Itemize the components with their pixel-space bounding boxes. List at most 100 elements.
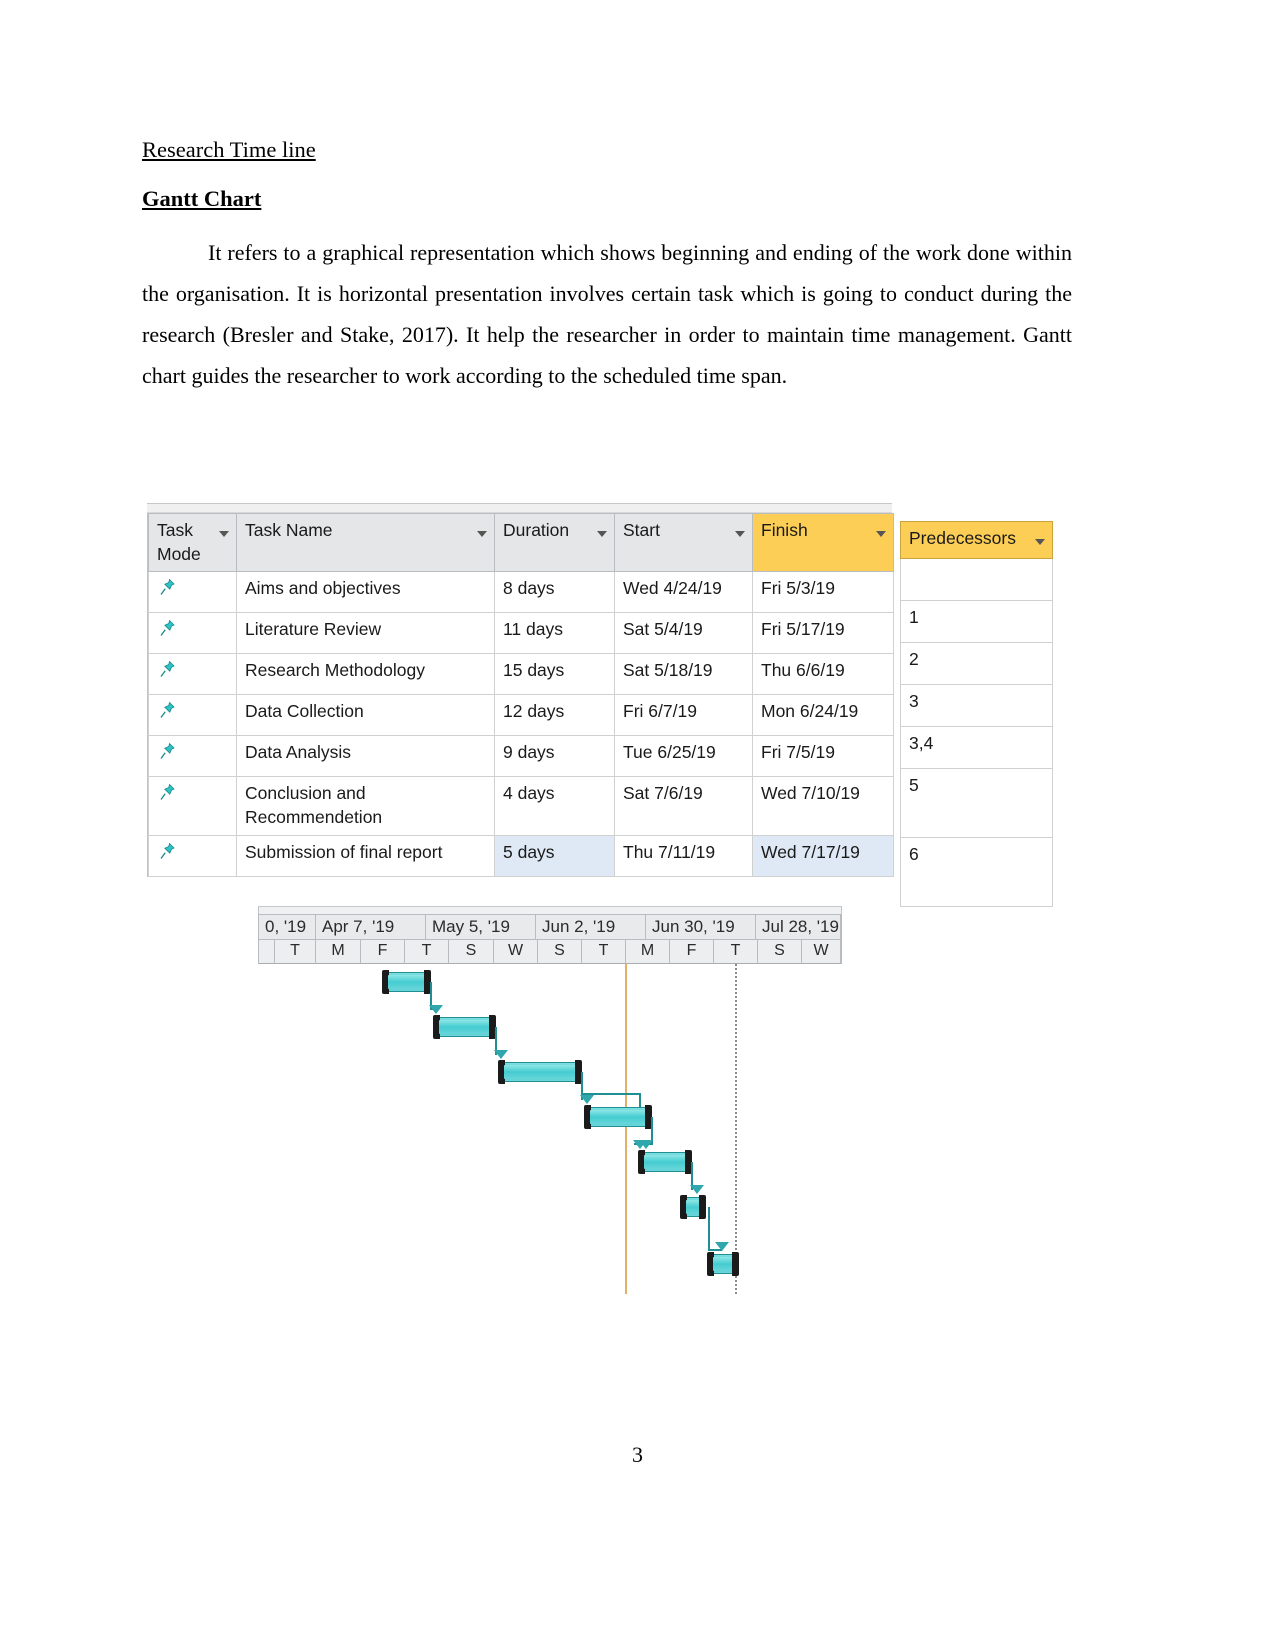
table-row[interactable]: 2 [900,642,1053,685]
cell-task-name[interactable]: Aims and objectives [236,571,495,614]
link-arrow-icon [690,1185,704,1194]
pin-icon [157,659,177,679]
column-header-duration[interactable]: Duration [494,512,615,573]
task-grid: Task Mode Task Name Duration Start Finis… [147,512,894,877]
cell-task-mode[interactable] [148,735,237,778]
cell-predecessors[interactable]: 1 [900,600,1053,643]
pin-icon [157,741,177,761]
cell-duration[interactable]: 5 days [494,834,615,877]
cell-start[interactable]: Sat 5/18/19 [614,653,753,696]
table-row[interactable]: 3 [900,684,1053,727]
cell-task-name[interactable]: Literature Review [236,612,495,655]
gantt-bar-task-3[interactable] [498,1060,582,1084]
cell-start[interactable]: Tue 6/25/19 [614,735,753,778]
cell-finish[interactable]: Fri 5/17/19 [752,612,894,655]
column-header-start[interactable]: Start [614,512,753,573]
cell-task-mode[interactable] [148,834,237,877]
timescale-minor-row: T M F T S W S T M F T S W [258,940,842,964]
cell-predecessors[interactable]: 3 [900,684,1053,727]
timescale-minor-cell: W [802,940,841,964]
table-row[interactable]: 3,4 [900,726,1053,769]
cell-task-name[interactable]: Data Collection [236,694,495,737]
cell-task-name[interactable]: Conclusion and Recommendetion [236,776,495,836]
cell-duration[interactable]: 11 days [494,612,615,655]
cell-finish[interactable]: Fri 5/3/19 [752,571,894,614]
predecessors-header-row: Predecessors [900,521,1053,559]
cell-task-mode[interactable] [148,776,237,836]
cell-predecessors[interactable] [900,558,1053,601]
table-row[interactable]: 6 [900,837,1053,907]
gantt-bar-task-7[interactable] [707,1252,739,1276]
chevron-down-icon[interactable] [597,531,607,537]
table-row[interactable]: Aims and objectives 8 days Wed 4/24/19 F… [148,571,894,614]
column-header-task-name[interactable]: Task Name [236,512,495,573]
table-row[interactable]: Submission of final report 5 days Thu 7/… [148,834,894,877]
link-arrow-icon [639,1140,653,1149]
cell-task-mode[interactable] [148,653,237,696]
gantt-bar-task-1[interactable] [382,970,431,994]
table-row[interactable]: Data Analysis 9 days Tue 6/25/19 Fri 7/5… [148,735,894,778]
cell-task-name[interactable]: Submission of final report [236,834,495,877]
cell-start[interactable]: Thu 7/11/19 [614,834,753,877]
link-arrow-icon [715,1242,729,1251]
timescale-major-cell: Jun 2, '19 [536,914,646,940]
timescale-major-cell: 0, '19 [259,914,316,940]
cell-start[interactable]: Fri 6/7/19 [614,694,753,737]
table-row[interactable]: Literature Review 11 days Sat 5/4/19 Fri… [148,612,894,655]
table-row[interactable]: 1 [900,600,1053,643]
chevron-down-icon[interactable] [735,531,745,537]
timescale-major-cell: Apr 7, '19 [316,914,426,940]
column-header-task-mode[interactable]: Task Mode [148,512,237,573]
timescale-minor-cell: S [538,940,582,964]
column-header-label: Finish [761,520,808,540]
chevron-down-icon[interactable] [1035,539,1045,545]
cell-start[interactable]: Wed 4/24/19 [614,571,753,614]
cell-predecessors[interactable]: 3,4 [900,726,1053,769]
cell-duration[interactable]: 4 days [494,776,615,836]
cell-finish[interactable]: Wed 7/17/19 [752,834,894,877]
cell-finish[interactable]: Thu 6/6/19 [752,653,894,696]
link-arrow-icon [429,1005,443,1014]
table-row[interactable]: Research Methodology 15 days Sat 5/18/19… [148,653,894,696]
cell-task-mode[interactable] [148,612,237,655]
cell-predecessors[interactable]: 2 [900,642,1053,685]
cell-duration[interactable]: 9 days [494,735,615,778]
cell-predecessors[interactable]: 5 [900,768,1053,838]
cell-task-name[interactable]: Data Analysis [236,735,495,778]
cell-duration[interactable]: 15 days [494,653,615,696]
today-line [625,964,627,1294]
table-row[interactable]: 5 [900,768,1053,838]
gantt-bar-task-6[interactable] [680,1195,706,1219]
chevron-down-icon[interactable] [219,531,229,537]
gantt-canvas [258,964,842,1294]
cell-finish[interactable]: Wed 7/10/19 [752,776,894,836]
pin-icon [157,700,177,720]
cell-task-name[interactable]: Research Methodology [236,653,495,696]
chevron-down-icon[interactable] [477,531,487,537]
column-header-predecessors[interactable]: Predecessors [900,521,1053,559]
cell-finish[interactable]: Mon 6/24/19 [752,694,894,737]
cell-task-mode[interactable] [148,571,237,614]
body-paragraph: It refers to a graphical representation … [142,239,1072,388]
column-header-finish[interactable]: Finish [752,512,894,573]
cell-duration[interactable]: 8 days [494,571,615,614]
cell-task-mode[interactable] [148,694,237,737]
table-row[interactable]: Data Collection 12 days Fri 6/7/19 Mon 6… [148,694,894,737]
link-line [708,1207,710,1251]
status-date-line [735,964,737,1294]
cell-start[interactable]: Sat 7/6/19 [614,776,753,836]
table-row[interactable]: Conclusion and Recommendetion 4 days Sat… [148,776,894,836]
table-row[interactable] [900,558,1053,601]
timescale-minor-cell: T [582,940,626,964]
gantt-bar-task-2[interactable] [433,1015,496,1039]
gantt-bar-task-4[interactable] [584,1105,652,1129]
cell-duration[interactable]: 12 days [494,694,615,737]
cell-predecessors[interactable]: 6 [900,837,1053,907]
column-header-label: Duration [503,520,570,540]
chevron-down-icon[interactable] [876,531,886,537]
pin-icon [157,577,177,597]
timescale-minor-cell: T [714,940,758,964]
gantt-bar-task-5[interactable] [638,1150,692,1174]
cell-finish[interactable]: Fri 7/5/19 [752,735,894,778]
cell-start[interactable]: Sat 5/4/19 [614,612,753,655]
